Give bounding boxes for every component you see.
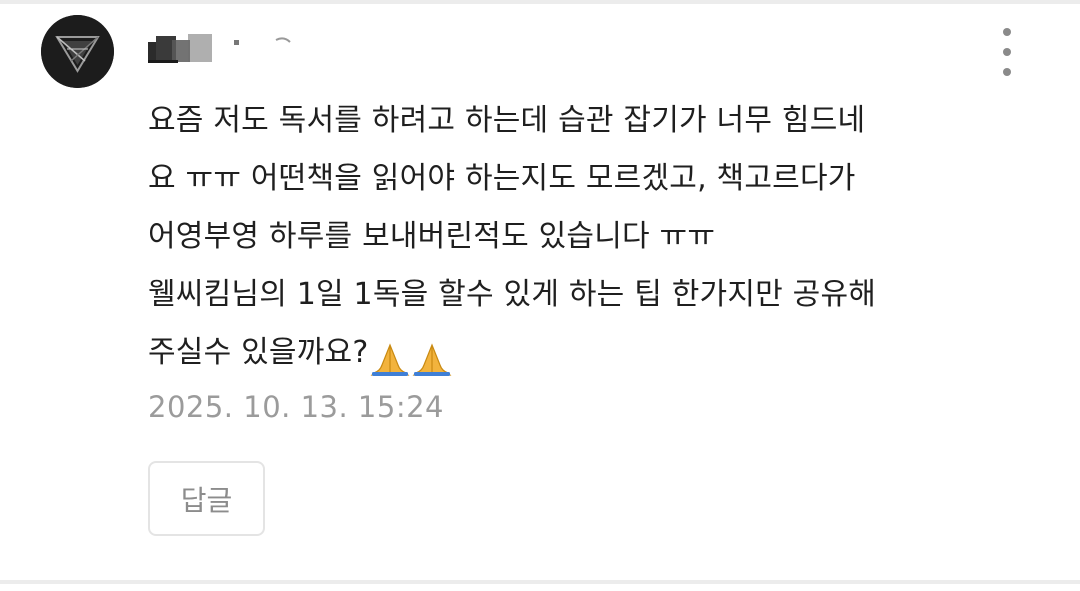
comment-line: 요 ㅠㅠ 어떤책을 읽어야 하는지도 모르겠고, 책고르다가 xyxy=(148,161,856,196)
reply-button[interactable]: 답글 xyxy=(148,461,265,536)
comment-line: 요즘 저도 독서를 하려고 하는데 습관 잡기가 너무 힘드네 xyxy=(148,103,866,138)
redacted-name-icon xyxy=(148,34,291,63)
comment-timestamp: 2025. 10. 13. 15:24 xyxy=(148,390,444,424)
folded-hands-icon xyxy=(370,330,454,388)
bottom-divider xyxy=(0,580,1080,584)
avatar[interactable] xyxy=(41,15,114,88)
comment-line: 주실수 있을까요? xyxy=(148,335,369,370)
comment-line: 어영부영 하루를 보내버린적도 있습니다 ㅠㅠ xyxy=(148,219,716,254)
author-name-redacted[interactable] xyxy=(148,28,308,68)
more-options-button[interactable] xyxy=(990,24,1024,80)
comment-item: 요즘 저도 독서를 하려고 하는데 습관 잡기가 너무 힘드네 요 ㅠㅠ 어떤책… xyxy=(0,4,1080,580)
comment-text: 요즘 저도 독서를 하려고 하는데 습관 잡기가 너무 힘드네 요 ㅠㅠ 어떤책… xyxy=(148,92,1028,388)
triangle-logo-icon xyxy=(41,15,114,88)
comment-line: 웰씨킴님의 1일 1독을 할수 있게 하는 팁 한가지만 공유해 xyxy=(148,277,877,312)
